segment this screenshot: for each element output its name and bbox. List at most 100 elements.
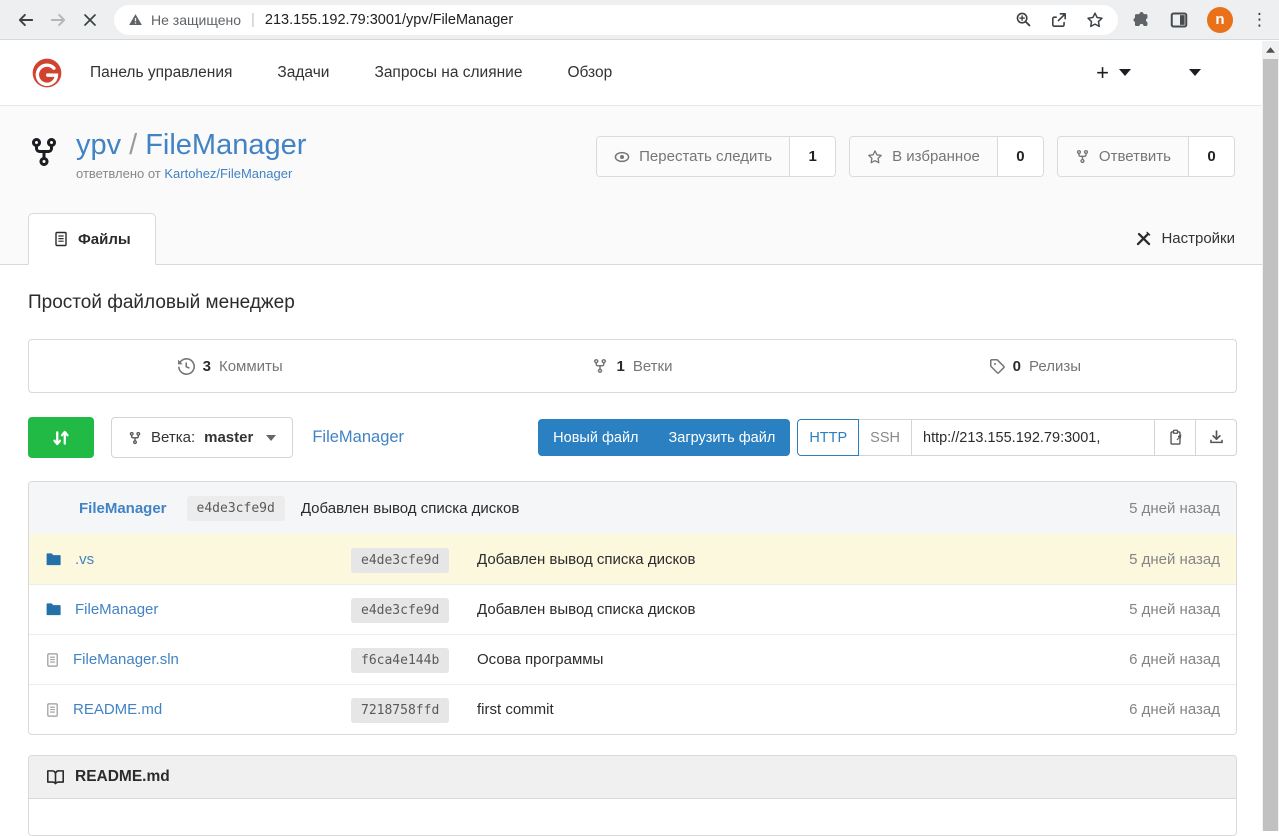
security-label[interactable]: Не защищено <box>151 12 241 28</box>
file-icon <box>45 652 60 668</box>
latest-commit-message[interactable]: Добавлен вывод списка дисков <box>301 500 520 517</box>
tab-settings[interactable]: Настройки <box>1135 230 1235 247</box>
breadcrumb-path-link[interactable]: FileManager <box>312 428 404 447</box>
share-button[interactable] <box>1050 11 1068 29</box>
nav-pull-requests[interactable]: Запросы на слияние <box>374 64 522 82</box>
upload-file-button[interactable]: Загрузить файл <box>654 419 791 456</box>
commit-message[interactable]: Добавлен вывод списка дисков <box>477 551 1070 568</box>
branch-caret-icon <box>266 435 276 441</box>
table-row[interactable]: .vs e4de3cfe9d Добавлен вывод списка дис… <box>29 534 1236 584</box>
star-icon <box>1086 11 1104 29</box>
scrollbar-up-arrow[interactable] <box>1262 41 1279 58</box>
repo-name-link[interactable]: FileManager <box>145 129 306 161</box>
user-menu-caret-icon[interactable] <box>1189 69 1201 76</box>
repo-breadcrumb: ypv/FileManager <box>76 128 306 163</box>
branch-icon <box>128 431 142 445</box>
create-new-button[interactable]: + <box>1096 62 1109 84</box>
zoom-page-button[interactable] <box>1015 11 1032 28</box>
table-row[interactable]: FileManager.sln f6ca4e144b Осова програм… <box>29 634 1236 684</box>
releases-count: 0 <box>1013 358 1021 375</box>
stat-branches[interactable]: 1 Ветки <box>431 340 833 392</box>
fork-repo-button[interactable]: Ответвить <box>1058 137 1188 176</box>
commit-message[interactable]: Осова программы <box>477 651 1070 668</box>
browser-stop-button[interactable] <box>74 4 106 36</box>
file-link[interactable]: README.md <box>73 701 162 718</box>
commit-message[interactable]: first commit <box>477 701 1070 718</box>
stat-releases[interactable]: 0 Релизы <box>834 340 1236 392</box>
tab-files-label: Файлы <box>78 231 131 248</box>
scrollbar-thumb[interactable] <box>1263 59 1278 831</box>
close-icon <box>82 12 98 28</box>
commit-hash-badge[interactable]: e4de3cfe9d <box>351 598 449 623</box>
stat-commits[interactable]: 3 Коммиты <box>29 340 431 392</box>
copy-url-button[interactable] <box>1155 419 1196 456</box>
table-row[interactable]: FileManager e4de3cfe9d Добавлен вывод сп… <box>29 584 1236 634</box>
star-label: В избранное <box>892 148 980 165</box>
commit-hash-badge[interactable]: e4de3cfe9d <box>351 548 449 573</box>
clipboard-icon <box>1167 429 1184 446</box>
folder-icon <box>45 552 62 567</box>
nav-issues[interactable]: Задачи <box>277 64 329 82</box>
address-bar[interactable]: Не защищено | 213.155.192.79:3001/ypv/Fi… <box>114 5 1118 35</box>
repo-header: ypv/FileManager ответвлено от Kartohez/F… <box>0 105 1279 265</box>
repo-owner-link[interactable]: ypv <box>76 129 121 161</box>
latest-commit-row: FileManager e4de3cfe9d Добавлен вывод сп… <box>29 482 1236 534</box>
watch-button-group: Перестать следить 1 <box>596 136 836 177</box>
compare-icon <box>51 428 71 448</box>
watchers-count[interactable]: 1 <box>789 137 835 176</box>
tab-settings-label: Настройки <box>1161 230 1235 247</box>
download-archive-button[interactable] <box>1196 419 1237 456</box>
clone-url-input[interactable] <box>912 419 1155 456</box>
puzzle-icon <box>1132 10 1151 29</box>
forks-count[interactable]: 0 <box>1188 137 1234 176</box>
create-dropdown-caret-icon[interactable] <box>1119 69 1131 76</box>
commit-message[interactable]: Добавлен вывод списка дисков <box>477 601 1070 618</box>
latest-commit-hash[interactable]: e4de3cfe9d <box>187 496 285 521</box>
page-scrollbar[interactable] <box>1262 41 1279 831</box>
back-icon <box>17 11 35 29</box>
side-panel-icon <box>1169 10 1189 30</box>
fork-icon <box>1075 149 1090 164</box>
download-icon <box>1208 429 1225 446</box>
side-panel-button[interactable] <box>1169 10 1189 30</box>
file-link[interactable]: FileManager.sln <box>73 651 179 668</box>
compare-button[interactable] <box>28 417 94 458</box>
fork-source-link[interactable]: Kartohez/FileManager <box>164 166 292 181</box>
page-url[interactable]: 213.155.192.79:3001/ypv/FileManager <box>265 12 513 28</box>
not-secure-warning-icon <box>128 12 143 27</box>
extensions-button[interactable] <box>1132 10 1151 29</box>
releases-label: Релизы <box>1029 358 1081 375</box>
stars-count[interactable]: 0 <box>997 137 1043 176</box>
latest-commit-author-link[interactable]: FileManager <box>79 500 167 517</box>
browser-toolbar: Не защищено | 213.155.192.79:3001/ypv/Fi… <box>0 0 1279 40</box>
ssh-protocol-button[interactable]: SSH <box>859 419 912 456</box>
gitea-logo[interactable] <box>30 56 64 90</box>
http-protocol-button[interactable]: HTTP <box>797 419 859 456</box>
browser-back-button[interactable] <box>10 4 42 36</box>
unwatch-button[interactable]: Перестать следить <box>597 137 789 176</box>
zoom-icon <box>1015 11 1032 28</box>
file-link[interactable]: FileManager <box>75 601 158 618</box>
readme-panel: README.md <box>28 755 1237 836</box>
browser-forward-button[interactable] <box>42 4 74 36</box>
table-row[interactable]: README.md 7218758ffd first commit 6 дней… <box>29 684 1236 734</box>
star-repo-button[interactable]: В избранное <box>850 137 997 176</box>
browser-profile-avatar[interactable]: n <box>1207 7 1233 33</box>
browser-menu-button[interactable]: ⋮ <box>1251 11 1268 28</box>
nav-explore[interactable]: Обзор <box>567 64 612 82</box>
nav-dashboard[interactable]: Панель управления <box>90 64 232 82</box>
new-file-button[interactable]: Новый файл <box>538 419 653 456</box>
repo-action-buttons: Перестать следить 1 В избранное 0 Ответв… <box>596 136 1235 177</box>
commit-hash-badge[interactable]: f6ca4e144b <box>351 648 449 673</box>
star-button-group: В избранное 0 <box>849 136 1044 177</box>
tab-files[interactable]: Файлы <box>28 213 156 265</box>
commit-hash-badge[interactable]: 7218758ffd <box>351 698 449 723</box>
repo-content: Простой файловый менеджер 3 Коммиты 1 Ве… <box>0 265 1279 836</box>
repo-tabbar: Файлы Настройки <box>28 210 1235 264</box>
bookmark-button[interactable] <box>1086 11 1104 29</box>
latest-commit-age: 5 дней назад <box>1129 500 1220 517</box>
file-list: FileManager e4de3cfe9d Добавлен вывод сп… <box>28 481 1237 735</box>
commit-age: 5 дней назад <box>1070 551 1220 568</box>
branch-selector[interactable]: Ветка: master <box>111 417 293 458</box>
file-link[interactable]: .vs <box>75 551 94 568</box>
